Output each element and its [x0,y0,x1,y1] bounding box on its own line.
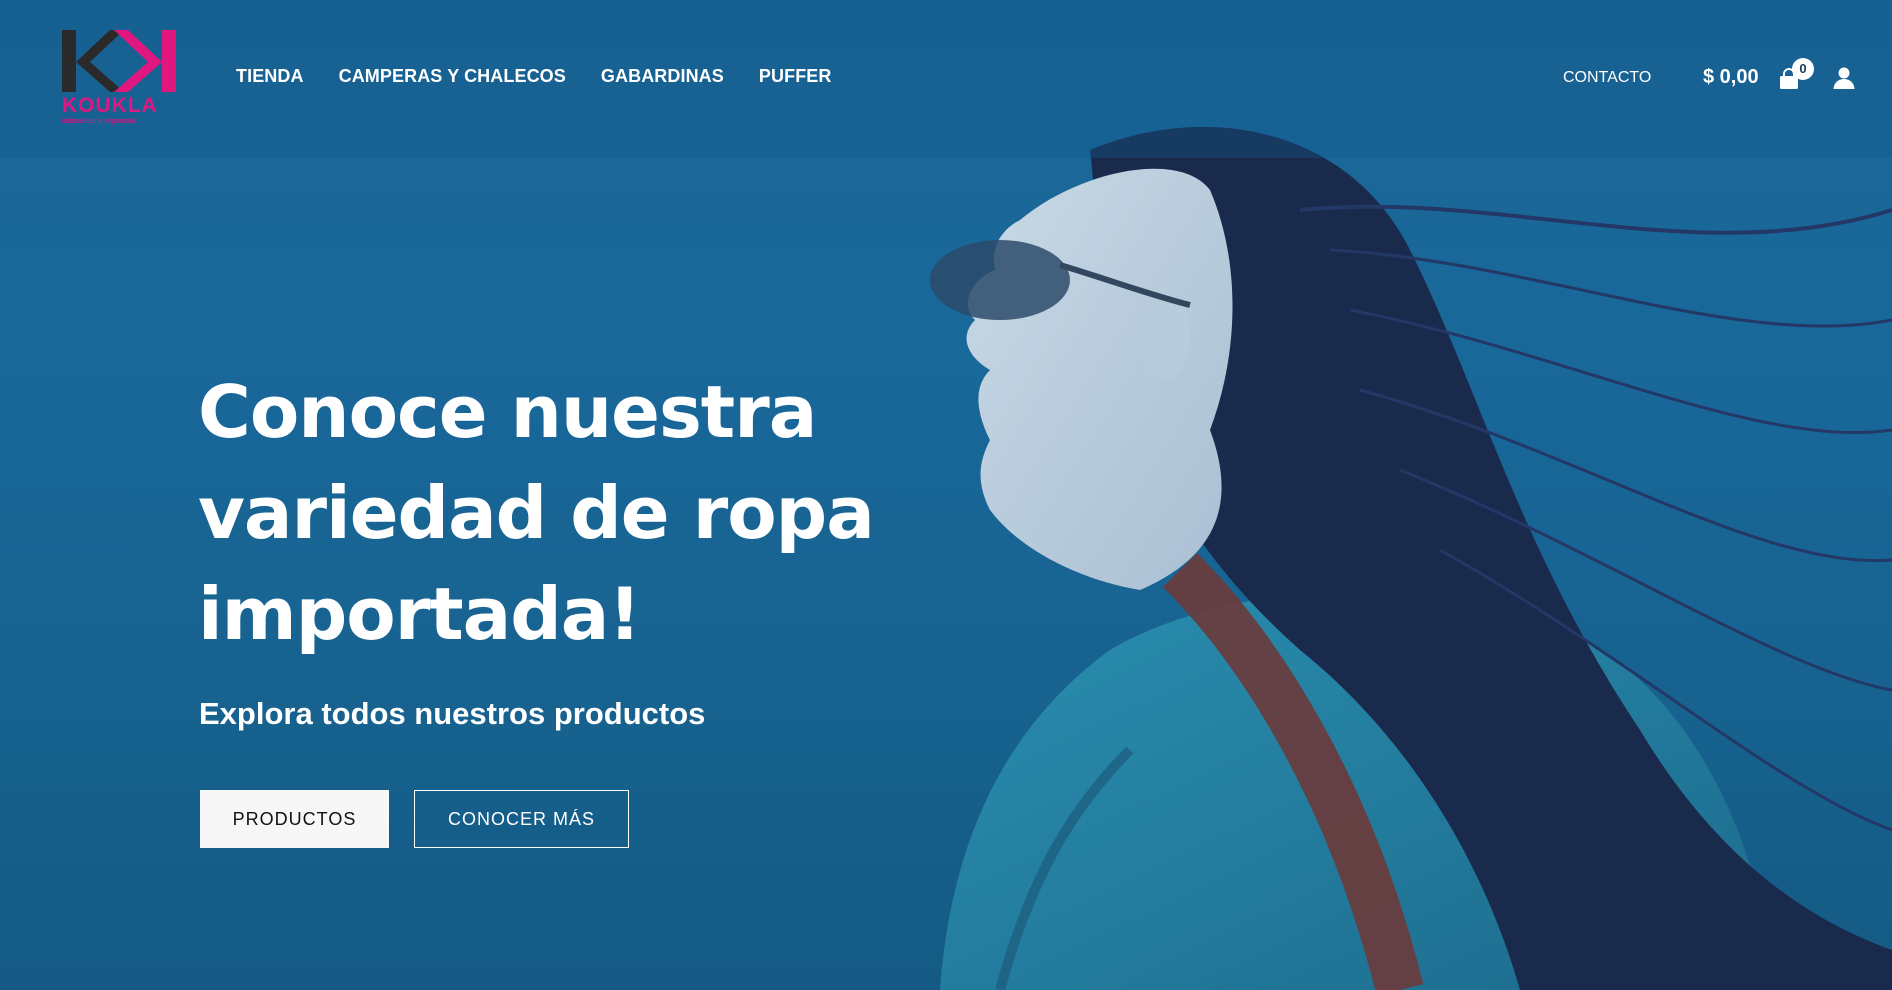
svg-text:indumentaria importada: indumentaria importada [62,118,136,125]
cart-total[interactable]: $ 0,00 [1703,66,1759,89]
productos-button[interactable]: PRODUCTOS [200,790,389,848]
main-nav: TIENDA CAMPERAS Y CHALECOS GABARDINAS PU… [236,66,832,87]
nav-item-contacto[interactable]: CONTACTO [1563,69,1651,87]
site-header: KOUKLA indumentaria importada TIENDA CAM… [0,0,1892,158]
hero-image [930,126,1892,990]
cart-count-badge: 0 [1792,58,1814,80]
conocer-mas-button[interactable]: CONOCER MÁS [414,790,629,848]
page: KOUKLA indumentaria importada TIENDA CAM… [0,0,1892,990]
koukla-logo[interactable]: KOUKLA indumentaria importada [62,30,177,125]
nav-item-puffer[interactable]: PUFFER [759,66,832,87]
hero-title: Conoce nuestra variedad de ropa importad… [198,370,875,656]
hero-subtitle: Explora todos nuestros productos [199,696,706,731]
svg-text:KOUKLA: KOUKLA [62,94,158,117]
nav-item-tienda[interactable]: TIENDA [236,66,304,87]
user-icon[interactable] [1832,66,1856,90]
nav-item-gabardinas[interactable]: GABARDINAS [601,66,724,87]
nav-item-camperas-y-chalecos[interactable]: CAMPERAS Y CHALECOS [339,66,566,87]
